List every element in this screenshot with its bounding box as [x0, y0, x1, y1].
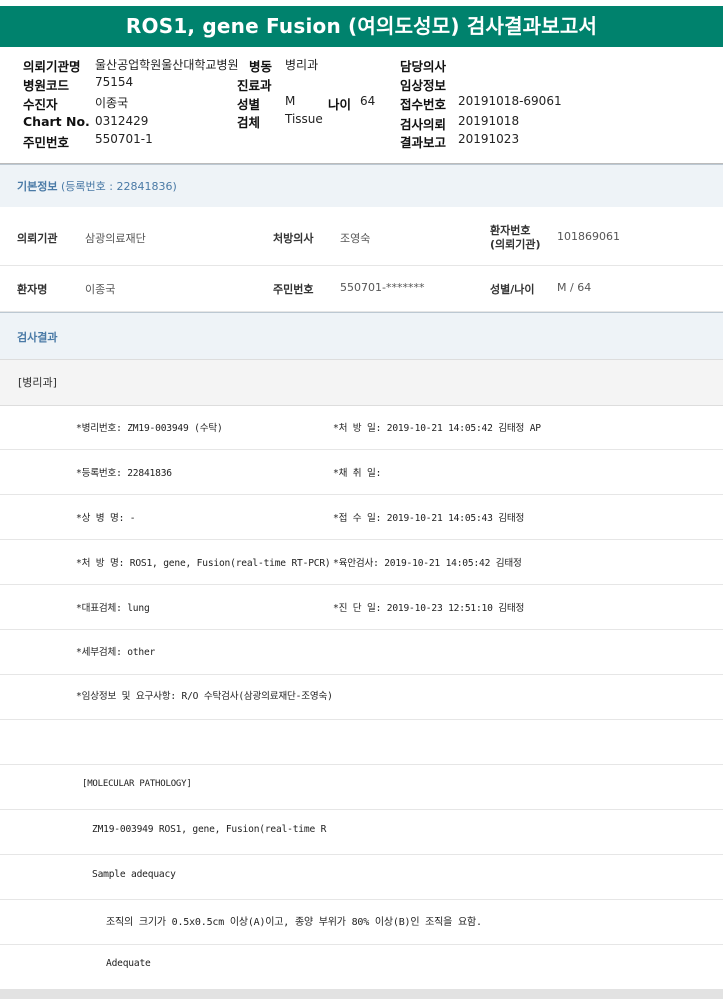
molecular-header: [MOLECULAR PATHOLOGY] [82, 779, 192, 789]
basic-id-label: 주민번호 [273, 283, 314, 296]
sex-value: M [285, 94, 296, 108]
blank-row [0, 720, 723, 765]
dept-tag: [병리과] [18, 376, 57, 389]
result-left: *대표검체: lung [76, 603, 150, 614]
department-label: 진료과 [237, 78, 272, 93]
report-title-bar: ROS1, gene Fusion (여의도성모) 검사결과보고서 [0, 6, 723, 47]
result-row: *등록번호: 22841836 *채 취 일: [0, 450, 723, 495]
result-row: *세부검체: other [0, 630, 723, 675]
adequate-value: Adequate [106, 958, 151, 969]
results-title: 검사결과 [17, 331, 58, 344]
result-row: *상 병 명: - *접 수 일: 2019-10-21 14:05:43 김태… [0, 495, 723, 540]
basic-info-section: 기본정보 (등록번호 : 22841836) [0, 164, 723, 207]
sample-adequacy: Sample adequacy [92, 869, 176, 880]
tissue-note-row: 조직의 크기가 0.5x0.5cm 이상(A)이고, 종양 부위가 80% 이상… [0, 900, 723, 945]
tissue-note: 조직의 크기가 0.5x0.5cm 이상(A)이고, 종양 부위가 80% 이상… [106, 917, 482, 928]
org-label: 의뢰기관 [17, 232, 58, 245]
result-right: *채 취 일: [333, 468, 382, 479]
doctor-label: 처방의사 [273, 232, 314, 245]
dept-tag-band: [병리과] [0, 359, 723, 406]
result-right: *진 단 일: 2019-10-23 12:51:10 김태정 [333, 603, 525, 614]
result-right: *처 방 일: 2019-10-21 14:05:42 김태정 AP [333, 423, 541, 434]
chart-no-value: 0312429 [95, 114, 149, 128]
sex-age-value: M / 64 [557, 281, 592, 294]
result-left: *처 방 명: ROS1, gene, Fusion(real-time RT-… [76, 558, 331, 569]
receipt-value: 20191018-69061 [458, 94, 562, 108]
doctor-value: 조영숙 [340, 232, 371, 245]
result-row: *임상정보 및 요구사항: R/O 수탁검사(삼광의료재단-조영숙) [0, 675, 723, 720]
report-title: ROS1, gene Fusion (여의도성모) 검사결과보고서 [125, 14, 598, 38]
result-left: *상 병 명: - [76, 513, 136, 524]
result-left: *병리번호: ZM19-003949 (수탁) [76, 423, 223, 434]
sample-adequacy-row: Sample adequacy [0, 855, 723, 900]
result-left: *등록번호: 22841836 [76, 468, 172, 479]
chart-no-label: Chart No. [23, 114, 90, 129]
id-value: 550701-1 [95, 132, 153, 146]
hospital-code-label: 병원코드 [23, 78, 70, 93]
request-label: 검사의뢰 [400, 117, 447, 132]
requesting-org-label: 의뢰기관명 [23, 59, 81, 74]
result-left: *세부검체: other [76, 647, 156, 658]
patient-no-value: 101869061 [557, 230, 620, 243]
bottom-scroll-bar[interactable] [0, 989, 723, 999]
patient-value: 이종국 [95, 96, 129, 110]
patient-no-sublabel: (의뢰기관) [490, 238, 541, 251]
clinical-info-label: 임상정보 [400, 78, 447, 93]
sex-age-label: 성별/나이 [490, 283, 535, 296]
ward-label: 병동 [249, 59, 273, 74]
specimen-label: 검체 [237, 115, 261, 130]
specimen-value: Tissue [285, 112, 323, 126]
results-section: 검사결과 [0, 312, 723, 359]
name-label: 환자명 [17, 283, 48, 296]
ward-value: 병리과 [285, 58, 319, 72]
sex-label: 성별 [237, 97, 261, 112]
name-value: 이종국 [85, 283, 116, 296]
result-right: *접 수 일: 2019-10-21 14:05:43 김태정 [333, 513, 525, 524]
molecular-line-row: ZM19-003949 ROS1, gene, Fusion(real-time… [0, 810, 723, 855]
hospital-code-value: 75154 [95, 75, 134, 89]
age-value: 64 [360, 94, 376, 108]
result-row: *처 방 명: ROS1, gene, Fusion(real-time RT-… [0, 540, 723, 585]
molecular-header-row: [MOLECULAR PATHOLOGY] [0, 765, 723, 810]
adequate-row: Adequate [0, 945, 723, 988]
report-label: 결과보고 [400, 135, 447, 150]
age-label: 나이 [328, 97, 352, 112]
org-value: 삼광의료재단 [85, 232, 146, 245]
attending-label: 담당의사 [400, 59, 447, 74]
receipt-label: 접수번호 [400, 97, 447, 112]
result-left: *임상정보 및 요구사항: R/O 수탁검사(삼광의료재단-조영숙) [76, 691, 333, 702]
molecular-line: ZM19-003949 ROS1, gene, Fusion(real-time… [92, 824, 327, 835]
patient-label: 수진자 [23, 97, 58, 112]
report-value: 20191023 [458, 132, 520, 146]
result-row: *대표검체: lung *진 단 일: 2019-10-23 12:51:10 … [0, 585, 723, 630]
result-row: *병리번호: ZM19-003949 (수탁) *처 방 일: 2019-10-… [0, 405, 723, 450]
result-right: *육안검사: 2019-10-21 14:05:42 김태정 [333, 558, 522, 569]
basic-info-title-wrap: 기본정보 (등록번호 : 22841836) [17, 178, 177, 194]
basic-id-value: 550701-******* [340, 281, 425, 294]
registration-number: (등록번호 : 22841836) [60, 180, 177, 193]
requesting-org-value: 울산공업학원울산대학교병원 [95, 58, 239, 72]
basic-info-title: 기본정보 [17, 180, 58, 193]
request-value: 20191018 [458, 114, 520, 128]
id-label: 주민번호 [23, 135, 70, 150]
